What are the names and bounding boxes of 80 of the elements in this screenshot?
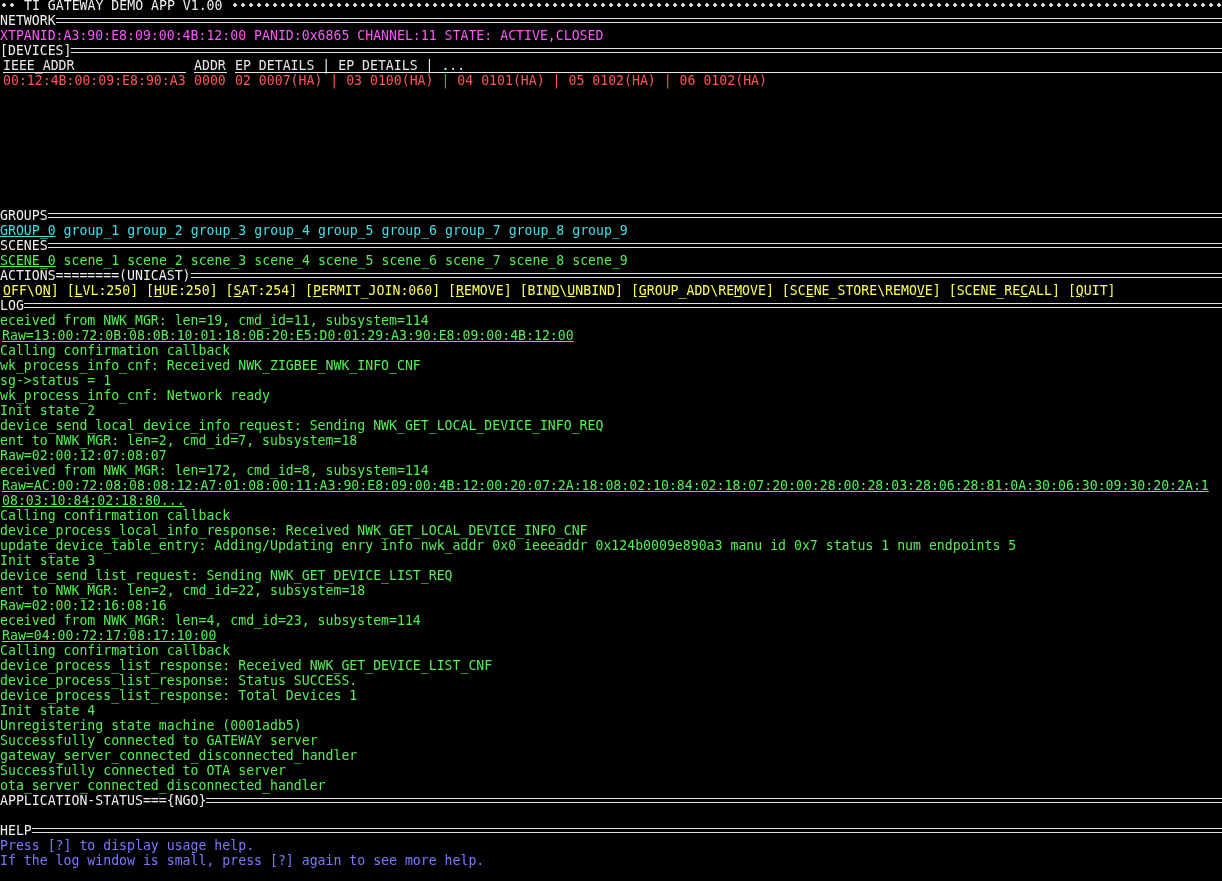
group-item[interactable]: group_2 xyxy=(127,223,183,238)
action-key[interactable]: [SCENE_STORE\REMOVE] xyxy=(781,283,941,298)
table-cell: 02 0007(HA) | 03 0100(HA) | 04 0101(HA) | 05 0102(HA) | 06 0102(HA) xyxy=(235,73,767,88)
action-key[interactable]: [GROUP_ADD\REMOVE] xyxy=(630,283,774,298)
scene-item[interactable]: scene_3 xyxy=(190,253,247,268)
log-line: Successfully connected to OTA server xyxy=(0,763,286,778)
section-header: SCENES xyxy=(0,238,48,253)
action-key[interactable]: OFF\ON] xyxy=(0,283,59,298)
table-cell: 00:12:4B:00:09:E8:90:A3 xyxy=(3,73,186,88)
log-line: update_device_table_entry: Adding/Updating enry info nwk_addr 0x0 ieeeaddr 0x124b0009e890a3 manu id 0x7 status 1 num endpoints 5 xyxy=(0,538,1017,553)
action-key[interactable]: [PERMIT_JOIN:060] xyxy=(305,283,441,298)
log-line: device_process_local_info_response: Received NWK_GET_LOCAL_DEVICE_INFO_CNF xyxy=(0,523,588,538)
log-line: Calling confirmation callback xyxy=(0,643,231,658)
scene-item[interactable]: scene_1 xyxy=(63,253,120,268)
group-item[interactable]: group_6 xyxy=(381,223,438,238)
log-line: eceived from NWK_MGR: len=4, cmd_id=23, subsystem=114 xyxy=(0,613,421,628)
section-header: GROUPS xyxy=(0,208,48,223)
log-line: Init state 2 xyxy=(0,403,96,418)
group-item[interactable]: group_8 xyxy=(508,223,565,238)
section-header: ACTIONS========(UNICAST) xyxy=(0,268,191,283)
action-key[interactable]: [HUE:250] xyxy=(146,283,218,298)
log-line: wk_process_info_cnf: Received NWK_ZIGBEE_NWK_INFO_CNF xyxy=(0,358,421,373)
log-line: device_send_list_request: Sending NWK_GET_DEVICE_LIST_REQ xyxy=(0,568,453,583)
log-line: ent to NWK_MGR: len=2, cmd_id=22, subsystem=18 xyxy=(0,583,366,598)
section-header: APPLICATION-STATUS==={NGO} xyxy=(0,793,207,808)
scene-item[interactable]: scene_8 xyxy=(508,253,565,268)
log-line: device_process_list_response: Received NWK_GET_DEVICE_LIST_CNF xyxy=(0,658,493,673)
group-item[interactable]: group_3 xyxy=(190,223,247,238)
group-item[interactable]: group_9 xyxy=(572,223,628,238)
group-item[interactable]: group_7 xyxy=(445,223,501,238)
column-header: IEEE_ADDR xyxy=(3,58,186,73)
action-key[interactable]: [SAT:254] xyxy=(225,283,298,298)
action-key[interactable]: [SCENE_RECALL] xyxy=(948,283,1060,298)
network-info: XTPANID:A3:90:E8:09:00:4B:12:00 PANID:0x6865 CHANNEL:11 STATE: ACTIVE,CLOSED xyxy=(0,28,604,43)
scene-item[interactable]: scene_2 xyxy=(127,253,183,268)
log-line: eceived from NWK_MGR: len=172, cmd_id=8, subsystem=114 xyxy=(0,463,429,478)
log-line: device_process_list_response: Total Devices 1 xyxy=(0,688,358,703)
section-header: NETWORK xyxy=(0,13,56,28)
log-line: Init state 3 xyxy=(0,553,96,568)
section-header: [DEVICES] xyxy=(0,43,72,58)
log-line: device_process_list_response: Status SUCCESS. xyxy=(0,673,358,688)
log-line: ota_server_connected_disconnected_handler xyxy=(0,778,326,793)
help-text: Press [?] to display usage help. xyxy=(0,838,255,853)
section-header: LOG xyxy=(0,298,24,313)
log-line: Unregistering state machine (0001adb5) xyxy=(0,718,302,733)
log-line: Raw=02:00:12:07:08:07 xyxy=(0,448,167,463)
group-item[interactable]: group_4 xyxy=(254,223,310,238)
log-line: Raw=04:00:72:17:08:17:10:00 xyxy=(1,628,217,643)
column-header: ADDR xyxy=(194,58,227,73)
log-line: device_send_local_device_info_request: Sending NWK_GET_LOCAL_DEVICE_INFO_REQ xyxy=(0,418,604,433)
action-key[interactable]: [QUIT] xyxy=(1067,283,1116,298)
log-line: Init state 4 xyxy=(0,703,96,718)
log-line: gateway_server_connected_disconnected_handler xyxy=(0,748,358,763)
group-item[interactable]: GROUP_0 xyxy=(0,223,56,238)
scene-item[interactable]: scene_7 xyxy=(445,253,501,268)
log-line: Raw=AC:00:72:08:08:08:12:A7:01:08:00:11:A3:90:E8:09:00:4B:12:00:20:07:2A:18:08:02:10:84:02:18:07:20:00:28:00:28:03:28:06:28:81:0A:30:06:30:09:30:20:2A:1 xyxy=(1,478,1209,493)
log-line: Raw=13:00:72:0B:08:0B:10:01:18:0B:20:E5:D0:01:29:A3:90:E8:09:00:4B:12:00 xyxy=(1,328,574,343)
app-title: TI GATEWAY DEMO APP V1.00 xyxy=(24,0,223,13)
group-item[interactable]: group_1 xyxy=(63,223,120,238)
scene-item[interactable]: SCENE_0 xyxy=(0,253,56,268)
log-line: eceived from NWK_MGR: len=19, cmd_id=11, subsystem=114 xyxy=(0,313,429,328)
action-key[interactable]: [REMOVE] xyxy=(448,283,512,298)
log-line: wk_process_info_cnf: Network ready xyxy=(0,388,270,403)
section-header: HELP xyxy=(0,823,32,838)
group-item[interactable]: group_5 xyxy=(317,223,374,238)
log-line: Successfully connected to GATEWAY server xyxy=(0,733,318,748)
log-line: Calling confirmation callback xyxy=(0,508,231,523)
scene-item[interactable]: scene_6 xyxy=(381,253,438,268)
help-text: If the log window is small, press [?] again to see more help. xyxy=(0,853,485,868)
table-cell: 0000 xyxy=(194,73,227,88)
scene-item[interactable]: scene_5 xyxy=(317,253,374,268)
log-line: ent to NWK_MGR: len=2, cmd_id=7, subsystem=18 xyxy=(0,433,358,448)
action-key[interactable]: [BIND\UNBIND] xyxy=(519,283,623,298)
scene-item[interactable]: scene_9 xyxy=(572,253,628,268)
log-line: sg->status = 1 xyxy=(0,373,112,388)
log-line: 08:03:10:84:02:18:80... xyxy=(1,493,185,508)
log-line: Calling confirmation callback xyxy=(0,343,231,358)
scene-item[interactable]: scene_4 xyxy=(254,253,310,268)
action-key[interactable]: [LVL:250] xyxy=(66,283,139,298)
log-line: Raw=02:00:12:16:08:16 xyxy=(0,598,167,613)
